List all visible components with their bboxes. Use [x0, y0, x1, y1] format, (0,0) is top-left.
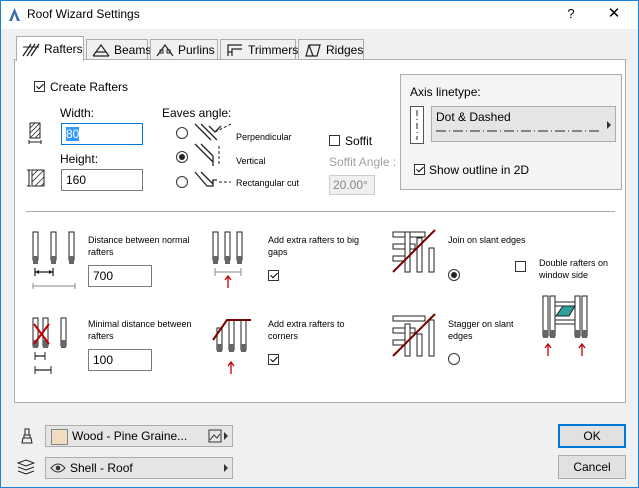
rafter-height-icon — [27, 168, 49, 193]
axis-linetype-group: Axis linetype: Dot & Dashed Show outline… — [400, 74, 622, 190]
create-rafters-label: Create Rafters — [50, 80, 129, 94]
layers-icon — [16, 458, 36, 479]
stagger-slant-edges-radio[interactable] — [448, 353, 460, 365]
rafters-tab-icon — [22, 43, 40, 57]
height-input[interactable]: 160 — [61, 169, 143, 191]
eaves-perpendicular-label: Perpendicular — [236, 132, 292, 142]
window-title: Roof Wizard Settings — [27, 7, 140, 21]
cancel-button[interactable]: Cancel — [558, 455, 626, 479]
join-slant-edges-label: Join on slant edges — [448, 235, 526, 245]
width-label: Width: — [60, 106, 95, 120]
title-bar: Roof Wizard Settings ? ✕ — [1, 1, 638, 29]
eaves-angle-label: Eaves angle: — [162, 106, 232, 120]
minimal-distance-input[interactable]: 100 — [88, 349, 152, 371]
create-rafters-checkbox[interactable] — [34, 81, 45, 92]
rafter-width-icon — [27, 122, 43, 147]
stagger-slant-edges-label: Stagger on slant edges — [448, 319, 514, 341]
distance-normal-rafters-icon — [31, 230, 77, 295]
minimal-distance-icon — [31, 316, 71, 381]
material-value: Wood - Pine Graine... — [72, 429, 188, 443]
material-brush-icon — [19, 428, 35, 447]
material-swatch — [51, 429, 68, 445]
roof-wizard-dialog: Roof Wizard Settings ? ✕ Rafters Beams P… — [0, 0, 639, 488]
purlins-tab-icon — [156, 43, 174, 56]
axis-linetype-label: Axis linetype: — [410, 85, 481, 99]
distance-normal-label: Distance between normal rafters — [88, 235, 190, 257]
dropdown-arrow-icon — [607, 121, 611, 129]
tab-beams[interactable]: Beams — [86, 39, 152, 59]
show-outline-checkbox[interactable] — [414, 164, 425, 175]
trimmers-tab-icon — [227, 43, 242, 56]
eaves-perpendicular-radio[interactable] — [176, 127, 188, 139]
height-value: 160 — [66, 173, 87, 187]
help-button[interactable]: ? — [559, 3, 583, 25]
eaves-vertical-icon — [193, 142, 233, 171]
tab-label: Purlins — [178, 42, 215, 57]
layer-dropdown[interactable]: Shell - Roof — [45, 457, 233, 479]
eaves-rectangular-label: Rectangular cut — [236, 178, 300, 188]
tab-purlins[interactable]: Purlins — [150, 39, 218, 59]
axis-linetype-dropdown[interactable]: Dot & Dashed — [431, 106, 616, 142]
soffit-angle-value: 20.00° — [333, 178, 368, 192]
dropdown-arrow-icon — [224, 464, 228, 472]
extra-rafters-gaps-checkbox[interactable] — [268, 270, 279, 281]
eye-icon — [50, 462, 66, 477]
eaves-rectangular-icon — [193, 168, 233, 193]
distance-normal-value: 700 — [93, 269, 114, 283]
minimal-distance-label: Minimal distance between rafters — [88, 319, 192, 341]
extra-rafters-gaps-icon — [211, 230, 247, 295]
double-rafters-window-label: Double rafters on window side — [539, 258, 609, 280]
tab-trimmers[interactable]: Trimmers — [220, 39, 299, 59]
soffit-angle-label: Soffit Angle : — [329, 155, 397, 169]
show-outline-label: Show outline in 2D — [429, 163, 530, 177]
minimal-distance-value: 100 — [93, 353, 114, 367]
extra-rafters-gaps-label: Add extra rafters to big gaps — [268, 235, 360, 257]
close-button[interactable]: ✕ — [599, 3, 629, 25]
width-value: 80 — [66, 127, 80, 141]
eaves-rectangular-radio[interactable] — [176, 176, 188, 188]
beams-tab-icon — [92, 43, 110, 57]
tab-label: Ridges — [326, 42, 364, 57]
tab-label: Beams — [114, 42, 152, 57]
tab-label: Rafters — [44, 42, 83, 56]
layer-value: Shell - Roof — [70, 461, 133, 475]
height-label: Height: — [60, 152, 99, 166]
extra-rafters-corners-icon — [211, 314, 257, 379]
material-dropdown[interactable]: Wood - Pine Graine... — [45, 425, 233, 447]
soffit-angle-input[interactable]: 20.00° — [329, 175, 375, 195]
eaves-vertical-radio[interactable] — [176, 151, 188, 163]
section-divider — [26, 211, 615, 212]
join-slant-edges-radio[interactable] — [448, 269, 460, 281]
stagger-slant-edges-icon — [391, 312, 439, 363]
material-picture-icon — [208, 429, 222, 446]
rafters-panel: Create Rafters Width: 80 Height: 160 Eav… — [14, 59, 626, 403]
width-input[interactable]: 80 — [61, 123, 143, 145]
axis-linetype-value: Dot & Dashed — [436, 110, 511, 124]
dot-dashed-preview-icon — [436, 130, 600, 132]
ok-button[interactable]: OK — [558, 424, 626, 448]
extra-rafters-corners-label: Add extra rafters to corners — [268, 319, 345, 341]
distance-normal-input[interactable]: 700 — [88, 265, 152, 287]
dropdown-arrow-icon — [224, 432, 228, 440]
ridges-tab-icon — [305, 43, 321, 57]
soffit-label: Soffit — [345, 134, 373, 148]
tab-rafters[interactable]: Rafters — [16, 36, 84, 61]
soffit-checkbox[interactable] — [329, 135, 340, 146]
tab-ridges[interactable]: Ridges — [298, 39, 364, 59]
linetype-preview-icon — [410, 106, 424, 147]
tab-label: Trimmers — [248, 42, 299, 57]
app-logo-icon — [8, 7, 21, 25]
eaves-vertical-label: Vertical — [236, 156, 266, 166]
extra-rafters-corners-checkbox[interactable] — [268, 354, 279, 365]
double-rafters-window-checkbox[interactable] — [515, 261, 526, 272]
double-rafters-window-icon — [541, 294, 591, 361]
join-slant-edges-icon — [391, 228, 439, 279]
